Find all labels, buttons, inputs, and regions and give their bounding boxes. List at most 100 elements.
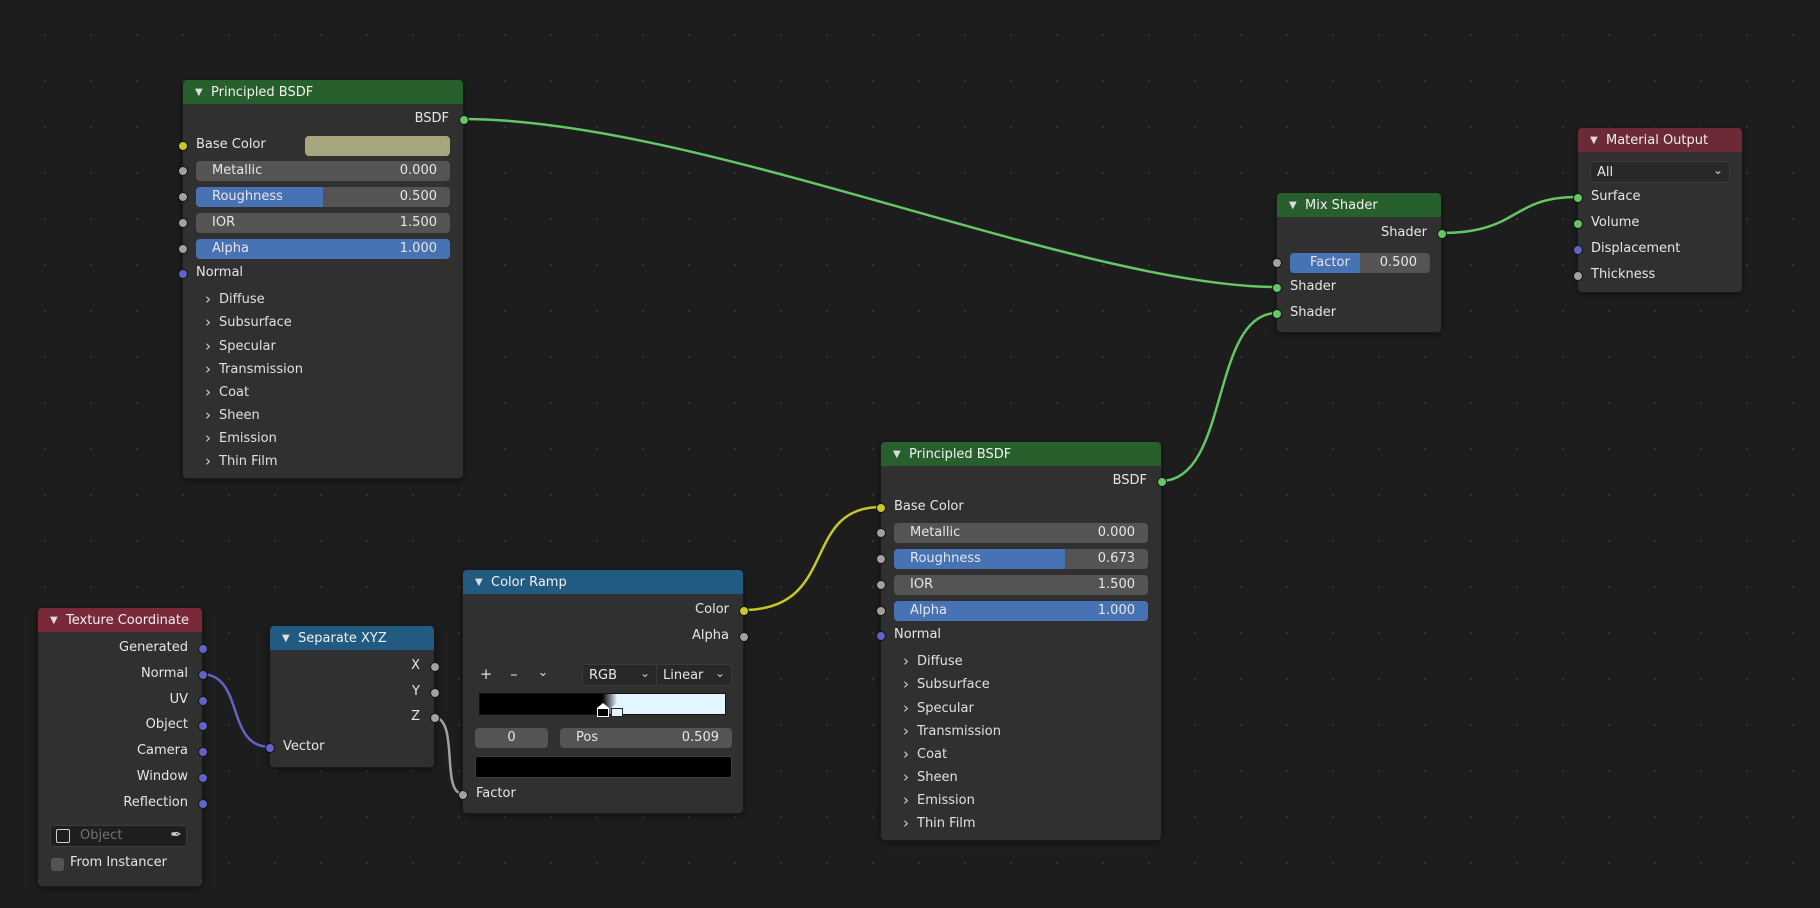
ior-socket[interactable] (876, 580, 886, 590)
link-bsdf1-to-mix-shader1[interactable] (462, 117, 1278, 289)
eyedropper-icon[interactable]: ✒ (170, 827, 182, 843)
roughness-socket[interactable] (876, 554, 886, 564)
base-color-socket[interactable] (178, 141, 188, 151)
node-header[interactable]: ▼ Material Output (1578, 128, 1742, 152)
panel-transmission[interactable]: › Transmission (895, 721, 1001, 741)
texture-coordinate-node[interactable]: ▼ Texture Coordinate Generated Normal UV… (37, 607, 208, 887)
metallic-slider[interactable]: Metallic 0.000 (894, 523, 1148, 543)
node-header[interactable]: ▼ Texture Coordinate (38, 608, 202, 632)
panel-specular[interactable]: › Specular (895, 698, 974, 718)
x-output-socket[interactable] (430, 662, 440, 672)
metallic-socket[interactable] (178, 166, 188, 176)
from-instancer-checkbox[interactable] (51, 858, 64, 871)
roughness-slider[interactable]: Roughness 0.673 (894, 549, 1148, 569)
chevron-down-icon[interactable]: ▼ (475, 577, 491, 588)
base-color-socket[interactable] (876, 503, 886, 513)
link-z-to-factor[interactable] (432, 715, 464, 796)
link-ramp-to-basecolor[interactable] (742, 505, 882, 612)
object-socket[interactable] (198, 721, 208, 731)
alpha-slider[interactable]: Alpha 1.000 (894, 601, 1148, 621)
panel-sheen[interactable]: › Sheen (895, 767, 958, 787)
factor-input-socket[interactable] (458, 790, 468, 800)
panel-emission[interactable]: › Emission (895, 790, 975, 810)
displacement-socket[interactable] (1573, 245, 1583, 255)
thickness-socket[interactable] (1573, 271, 1583, 281)
principled-bsdf-node-1[interactable]: ▼ Principled BSDF BSDF Base Color Metall… (178, 79, 469, 479)
link-normal-to-vector[interactable] (200, 672, 271, 749)
mix-shader-node[interactable]: ▼ Mix Shader Shader Factor 0.500 Shader … (1272, 192, 1447, 333)
chevron-down-icon[interactable]: ▼ (1590, 135, 1606, 146)
target-dropdown[interactable]: All ⌄ (1590, 161, 1730, 183)
node-header[interactable]: ▼ Principled BSDF (183, 80, 463, 104)
alpha-socket[interactable] (178, 244, 188, 254)
volume-socket[interactable] (1573, 219, 1583, 229)
node-header[interactable]: ▼ Principled BSDF (881, 442, 1161, 466)
alpha-socket[interactable] (876, 606, 886, 616)
z-output-socket[interactable] (430, 713, 440, 723)
remove-stop-button[interactable]: – (503, 663, 525, 685)
active-stop-index-field[interactable]: 0 (475, 728, 548, 748)
separate-xyz-node[interactable]: ▼ Separate XYZ X Y Z Vector (265, 625, 440, 768)
metallic-slider[interactable]: Metallic 0.000 (196, 161, 450, 181)
generated-socket[interactable] (198, 644, 208, 654)
reflection-socket[interactable] (198, 799, 208, 809)
panel-emission[interactable]: › Emission (197, 428, 277, 448)
chevron-down-icon[interactable]: ⌄ (532, 662, 554, 684)
vector-input-socket[interactable] (265, 743, 275, 753)
shader1-input-socket[interactable] (1272, 283, 1282, 293)
color-mode-dropdown[interactable]: RGB ⌄ (582, 664, 657, 686)
roughness-slider[interactable]: Roughness 0.500 (196, 187, 450, 207)
shader-output-socket[interactable] (1437, 229, 1447, 239)
panel-sheen[interactable]: › Sheen (197, 405, 260, 425)
panel-coat[interactable]: › Coat (895, 744, 947, 764)
panel-subsurface[interactable]: › Subsurface (197, 312, 292, 332)
y-output-socket[interactable] (430, 688, 440, 698)
principled-bsdf-node-2[interactable]: ▼ Principled BSDF BSDF Base Color Metall… (876, 441, 1167, 841)
panel-transmission[interactable]: › Transmission (197, 359, 303, 379)
link-mix-to-surface[interactable] (1440, 195, 1578, 235)
panel-thin-film[interactable]: › Thin Film (197, 451, 278, 471)
color-ramp-node[interactable]: ▼ Color Ramp Color Alpha + – ⌄ RGB ⌄ Lin… (458, 569, 749, 814)
node-header[interactable]: ▼ Mix Shader (1277, 193, 1441, 217)
color-output-socket[interactable] (739, 606, 749, 616)
ramp-stop-handle-0[interactable] (596, 703, 609, 719)
surface-socket[interactable] (1573, 193, 1583, 203)
chevron-down-icon[interactable]: ▼ (1289, 200, 1305, 211)
link-bsdf2-to-mix-shader2[interactable] (1160, 311, 1278, 483)
add-stop-button[interactable]: + (475, 663, 497, 685)
chevron-down-icon[interactable]: ▼ (282, 633, 298, 644)
shader2-input-socket[interactable] (1272, 309, 1282, 319)
object-picker-field[interactable]: Object ✒ (50, 825, 187, 847)
factor-slider[interactable]: Factor 0.500 (1290, 253, 1430, 273)
panel-subsurface[interactable]: › Subsurface (895, 674, 990, 694)
chevron-down-icon[interactable]: ▼ (893, 449, 909, 460)
metallic-socket[interactable] (876, 528, 886, 538)
alpha-slider[interactable]: Alpha 1.000 (196, 239, 450, 259)
normal-socket[interactable] (876, 631, 886, 641)
bsdf-output-socket[interactable] (1157, 477, 1167, 487)
panel-coat[interactable]: › Coat (197, 382, 249, 402)
camera-socket[interactable] (198, 747, 208, 757)
node-header[interactable]: ▼ Color Ramp (463, 570, 743, 594)
panel-diffuse[interactable]: › Diffuse (895, 651, 963, 671)
node-header[interactable]: ▼ Separate XYZ (270, 626, 434, 650)
normal-socket[interactable] (178, 269, 188, 279)
roughness-socket[interactable] (178, 192, 188, 202)
base-color-swatch[interactable] (305, 136, 450, 156)
panel-specular[interactable]: › Specular (197, 336, 276, 356)
chevron-down-icon[interactable]: ▼ (195, 87, 211, 98)
window-socket[interactable] (198, 773, 208, 783)
ior-field[interactable]: IOR 1.500 (196, 213, 450, 233)
factor-socket[interactable] (1272, 258, 1282, 268)
normal-socket[interactable] (198, 670, 208, 680)
alpha-output-socket[interactable] (739, 632, 749, 642)
interpolation-dropdown[interactable]: Linear ⌄ (656, 664, 732, 686)
ior-field[interactable]: IOR 1.500 (894, 575, 1148, 595)
ramp-stop-handle-1[interactable] (611, 703, 624, 719)
stop-position-field[interactable]: Pos 0.509 (560, 728, 732, 748)
chevron-down-icon[interactable]: ▼ (50, 615, 66, 626)
active-stop-color-swatch[interactable] (475, 756, 732, 778)
panel-diffuse[interactable]: › Diffuse (197, 289, 265, 309)
panel-thin-film[interactable]: › Thin Film (895, 813, 976, 833)
uv-socket[interactable] (198, 696, 208, 706)
